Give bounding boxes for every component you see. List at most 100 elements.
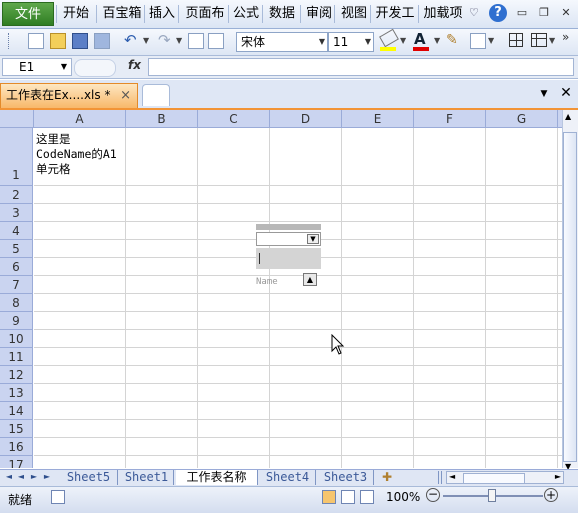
close-icon[interactable]: ✕ bbox=[558, 85, 574, 101]
table-dropdown-icon[interactable]: ▼ bbox=[549, 36, 555, 45]
toolbar-options-icon[interactable]: » bbox=[562, 30, 569, 44]
document-tab[interactable]: 工作表在Ex....xls * × bbox=[0, 83, 138, 108]
save-as-icon[interactable] bbox=[94, 33, 110, 49]
sheet-tab[interactable]: 工作表名称 bbox=[176, 470, 258, 485]
format-icon[interactable] bbox=[470, 33, 486, 49]
font-size-select[interactable]: 11 ▼ bbox=[328, 32, 374, 52]
menu-item[interactable]: 数据 bbox=[264, 2, 300, 26]
print-preview-icon[interactable] bbox=[208, 33, 224, 49]
menu-item[interactable]: 审阅 bbox=[302, 2, 336, 26]
row-header[interactable]: 14 bbox=[0, 402, 33, 420]
new-document-tab[interactable] bbox=[142, 84, 170, 106]
fill-color-dropdown-icon[interactable]: ▼ bbox=[400, 36, 406, 45]
font-color-dropdown-icon[interactable]: ▼ bbox=[434, 36, 440, 45]
column-header[interactable]: F bbox=[414, 110, 486, 128]
row-header[interactable]: 3 bbox=[0, 204, 33, 222]
sheet-tab[interactable]: Sheet4 bbox=[260, 470, 316, 485]
vertical-scroll-thumb[interactable] bbox=[563, 132, 577, 462]
format-dropdown-icon[interactable]: ▼ bbox=[488, 36, 494, 45]
menu-item[interactable]: 开始 bbox=[58, 2, 94, 26]
formula-input[interactable] bbox=[148, 58, 574, 76]
row-header[interactable]: 5 bbox=[0, 240, 33, 258]
page-layout-view-icon[interactable] bbox=[341, 490, 355, 504]
new-document-icon[interactable] bbox=[28, 33, 44, 49]
redo-icon[interactable]: ↷ bbox=[158, 31, 171, 49]
font-name-select[interactable]: 宋体 ▼ bbox=[236, 32, 328, 52]
fill-color-icon[interactable] bbox=[379, 28, 399, 48]
select-all-corner[interactable] bbox=[0, 110, 34, 128]
undo-icon[interactable]: ↶ bbox=[124, 31, 137, 49]
horizontal-scroll-thumb[interactable] bbox=[463, 473, 525, 484]
table-icon[interactable] bbox=[531, 33, 547, 47]
menu-item[interactable]: 插入 bbox=[146, 2, 178, 26]
normal-view-icon[interactable] bbox=[322, 490, 336, 504]
minimize-icon[interactable]: ▭ bbox=[514, 5, 530, 21]
open-folder-icon[interactable] bbox=[50, 33, 66, 49]
insert-sheet-icon[interactable]: ✚ bbox=[382, 470, 392, 484]
tab-split-handle[interactable] bbox=[438, 471, 442, 484]
row-header[interactable]: 7 bbox=[0, 276, 33, 294]
cell-a1[interactable]: 这里是 CodeName的A1 单元格 bbox=[36, 132, 124, 177]
file-menu-button[interactable]: 文件 bbox=[2, 2, 54, 26]
format-painter-icon[interactable]: ✎ bbox=[446, 32, 458, 48]
floating-control-fragment[interactable]: ▼ Name ▲ bbox=[256, 224, 321, 288]
column-header[interactable]: E bbox=[342, 110, 414, 128]
sheet-tab[interactable]: Sheet5 bbox=[60, 470, 118, 485]
row-header[interactable]: 11 bbox=[0, 348, 33, 366]
menu-item[interactable]: 公式 bbox=[230, 2, 262, 26]
macro-record-icon[interactable] bbox=[51, 490, 65, 504]
row-header[interactable]: 4 bbox=[0, 222, 33, 240]
page-break-view-icon[interactable] bbox=[360, 490, 374, 504]
close-window-icon[interactable]: ✕ bbox=[558, 5, 574, 21]
redo-dropdown-icon[interactable]: ▼ bbox=[176, 36, 182, 45]
print-icon[interactable] bbox=[188, 33, 204, 49]
undo-dropdown-icon[interactable]: ▼ bbox=[143, 36, 149, 45]
chevron-up-icon[interactable]: ▲ bbox=[303, 273, 317, 286]
row-header[interactable]: 9 bbox=[0, 312, 33, 330]
chevron-down-icon[interactable]: ▼ bbox=[536, 86, 552, 102]
last-sheet-icon[interactable]: ► bbox=[42, 472, 52, 482]
close-icon[interactable]: × bbox=[120, 84, 131, 107]
zoom-out-icon[interactable]: − bbox=[426, 488, 440, 502]
column-header[interactable]: B bbox=[126, 110, 198, 128]
zoom-slider-thumb[interactable] bbox=[488, 489, 496, 502]
menu-item[interactable]: 开发工 bbox=[372, 2, 418, 26]
insert-function-icon[interactable]: fx bbox=[128, 58, 141, 72]
ribbon-collapse-icon[interactable]: ♡ bbox=[469, 6, 479, 19]
column-header[interactable]: A bbox=[34, 110, 126, 128]
borders-icon[interactable] bbox=[509, 33, 523, 47]
save-icon[interactable] bbox=[72, 33, 88, 49]
row-header[interactable]: 17 bbox=[0, 456, 33, 468]
scroll-right-icon[interactable]: ► bbox=[555, 472, 561, 481]
row-header[interactable]: 12 bbox=[0, 366, 33, 384]
row-header[interactable]: 1 bbox=[0, 128, 33, 186]
combo-box[interactable]: ▼ bbox=[256, 232, 321, 246]
font-color-icon[interactable]: A bbox=[414, 30, 426, 48]
row-header[interactable]: 13 bbox=[0, 384, 33, 402]
help-icon[interactable]: ? bbox=[489, 4, 507, 22]
row-header[interactable]: 16 bbox=[0, 438, 33, 456]
prev-sheet-icon[interactable]: ◄ bbox=[16, 472, 26, 482]
menu-item[interactable]: 加载项 bbox=[420, 2, 466, 26]
menu-item[interactable]: 视图 bbox=[336, 2, 372, 26]
zoom-in-icon[interactable]: + bbox=[544, 488, 558, 502]
first-sheet-icon[interactable]: ◄ bbox=[4, 472, 14, 482]
row-header[interactable]: 15 bbox=[0, 420, 33, 438]
column-header[interactable]: G bbox=[486, 110, 558, 128]
scroll-left-icon[interactable]: ◄ bbox=[449, 472, 455, 481]
row-header[interactable]: 8 bbox=[0, 294, 33, 312]
menu-item[interactable]: 百宝箱 bbox=[98, 2, 146, 26]
row-header[interactable]: 6 bbox=[0, 258, 33, 276]
row-header[interactable]: 2 bbox=[0, 186, 33, 204]
menu-item[interactable]: 页面布 bbox=[180, 2, 230, 26]
column-header[interactable]: C bbox=[198, 110, 270, 128]
sheet-tab[interactable]: Sheet3 bbox=[318, 470, 374, 485]
sheet-tab[interactable]: Sheet1 bbox=[120, 470, 174, 485]
restore-icon[interactable]: ❐ bbox=[536, 5, 552, 21]
next-sheet-icon[interactable]: ► bbox=[29, 472, 39, 482]
horizontal-scrollbar[interactable]: ◄ ► bbox=[446, 471, 564, 484]
column-header[interactable]: D bbox=[270, 110, 342, 128]
scroll-up-icon[interactable]: ▲ bbox=[565, 112, 571, 121]
worksheet-grid[interactable]: ABCDEFG 1 2 3 4 5 6 7 8 9 10 11 12 13 14 15 16 17 这里是 Co… bbox=[0, 110, 562, 468]
row-header[interactable]: 10 bbox=[0, 330, 33, 348]
